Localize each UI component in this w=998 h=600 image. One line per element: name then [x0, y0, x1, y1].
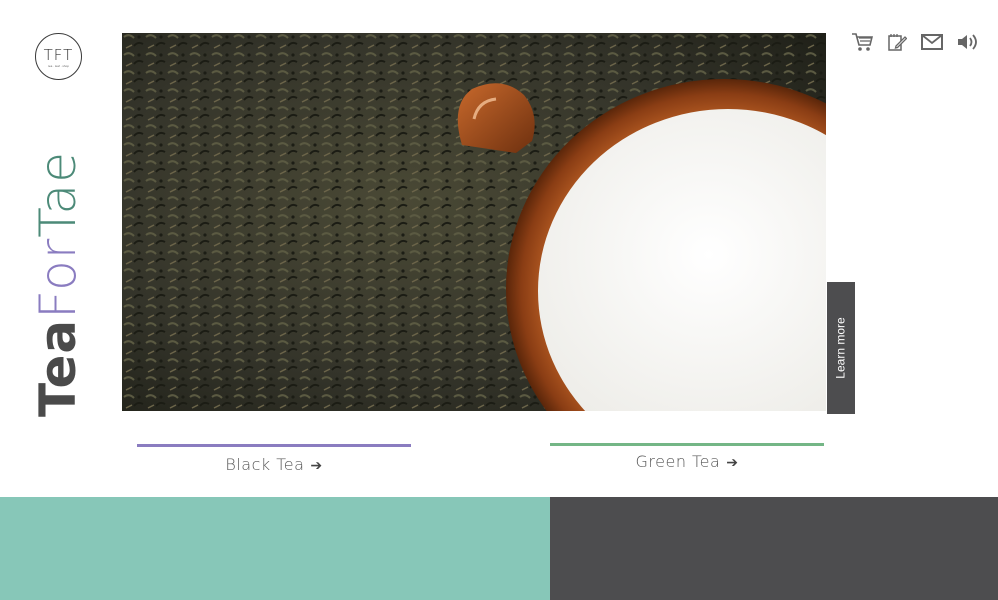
mail-icon[interactable]: [920, 30, 944, 54]
speaker-icon[interactable]: [955, 30, 979, 54]
cart-icon[interactable]: [850, 30, 874, 54]
brand-part-tae: Tae: [29, 151, 87, 238]
black-tea-bar: [137, 444, 411, 447]
edit-icon[interactable]: [885, 30, 909, 54]
brand-title: TeaForTae: [29, 151, 87, 417]
green-tea-label: Green Tea: [635, 452, 721, 471]
arrow-right-icon: ➔: [310, 458, 323, 474]
learn-more-label: Learn more: [834, 317, 848, 379]
brand-part-tea: Tea: [29, 318, 87, 417]
footer-block-right: [550, 497, 998, 600]
learn-more-button[interactable]: Learn more: [827, 282, 855, 414]
green-tea-bar: [550, 443, 824, 446]
black-tea-label-row: Black Tea ➔: [137, 455, 411, 474]
black-tea-label: Black Tea: [225, 455, 305, 474]
logo-text: TFT: [43, 45, 74, 64]
arrow-right-icon: ➔: [726, 455, 739, 471]
brand-part-for: For: [29, 237, 87, 319]
green-tea-label-row: Green Tea ➔: [550, 452, 824, 471]
header-icons: [850, 30, 990, 54]
logo-subtext: tea · leaf · shop: [48, 63, 69, 68]
footer-block-left: [0, 497, 550, 600]
logo[interactable]: TFT tea · leaf · shop: [35, 33, 82, 80]
black-tea-link[interactable]: Black Tea ➔: [137, 444, 411, 474]
hero-image: [122, 33, 826, 411]
tea-cup-illustration: [122, 33, 826, 411]
green-tea-link[interactable]: Green Tea ➔: [550, 443, 824, 471]
